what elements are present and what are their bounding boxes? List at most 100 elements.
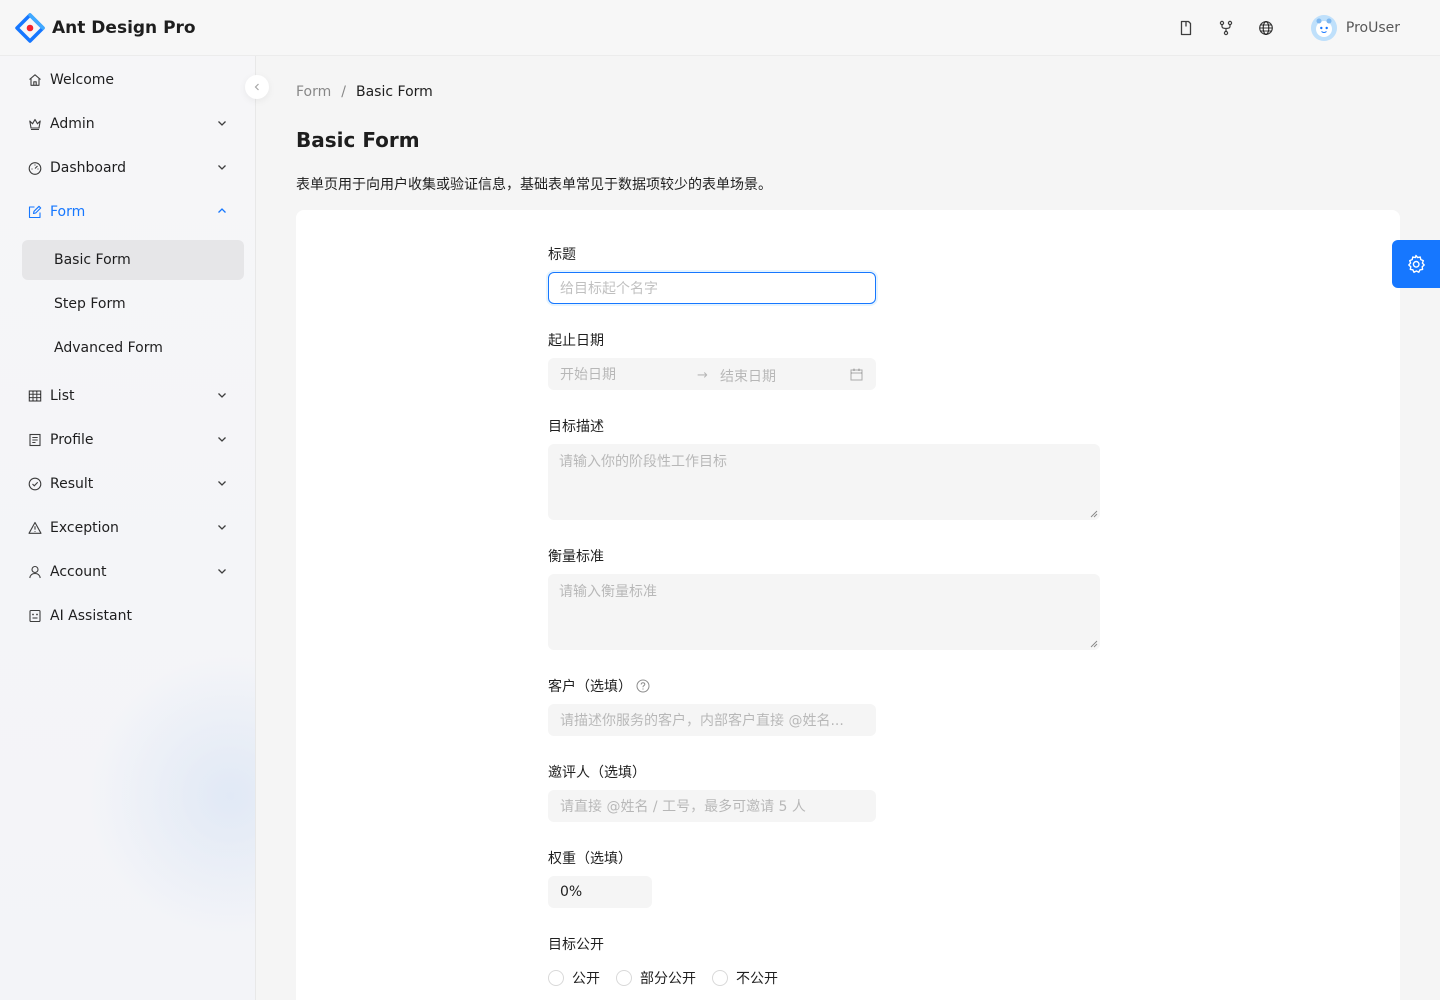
user-icon (29, 565, 41, 579)
dashboard-icon (28, 162, 42, 175)
chevron-down-icon (218, 121, 226, 126)
title-label: 标题 (548, 247, 576, 263)
start-date-placeholder[interactable]: 开始日期 (560, 364, 616, 384)
client-placeholder: 请描述你服务的客户，内部客户直接 @姓名... (560, 713, 844, 729)
avatar (1310, 15, 1337, 41)
radio-partial-public[interactable]: 部分公开 (616, 968, 696, 988)
weight-input[interactable]: 0% (548, 876, 652, 908)
sidebar-item-exception[interactable]: Exception (14, 508, 244, 548)
sidebar-subitem-label: Basic Form (54, 252, 131, 268)
page-title: Basic Form (296, 128, 420, 152)
radio-circle[interactable] (712, 970, 728, 986)
breadcrumb: Form / Basic Form (296, 84, 433, 100)
sidebar-item-label: Account (50, 564, 107, 580)
standard-textarea[interactable]: 请输入衡量标准 (548, 574, 1100, 650)
standard-label: 衡量标准 (548, 549, 604, 565)
chevron-down-icon (218, 393, 226, 398)
gear-icon (1408, 254, 1425, 273)
sidebar-item-account[interactable]: Account (14, 552, 244, 592)
chevron-down-icon (218, 437, 226, 442)
form-icon (28, 205, 42, 219)
user-menu[interactable]: ProUser (1310, 15, 1400, 41)
weight-value: 0% (560, 884, 583, 900)
goal-placeholder: 请输入你的阶段性工作目标 (559, 454, 727, 470)
sidebar-item-ai-assistant[interactable]: AI Assistant (14, 596, 244, 636)
settings-drawer-button[interactable] (1392, 240, 1440, 288)
public-label: 目标公开 (548, 937, 604, 953)
question-circle-icon[interactable] (636, 679, 650, 693)
date-range-label: 起止日期 (548, 333, 604, 349)
chevron-left-icon (254, 83, 259, 91)
sidebar-item-label: List (50, 388, 75, 404)
radio-circle[interactable] (616, 970, 632, 986)
ant-logo-icon (15, 13, 45, 43)
sidebar-item-label: Welcome (50, 72, 115, 88)
sidebar-collapse-button[interactable] (245, 75, 269, 99)
goal-textarea[interactable]: 请输入你的阶段性工作目标 (548, 444, 1100, 520)
invites-input[interactable]: 请直接 @姓名 / 工号，最多可邀请 5 人 (548, 790, 876, 822)
radio-label: 部分公开 (640, 971, 696, 987)
sidebar-subitem-step-form[interactable]: Step Form (22, 284, 244, 324)
robot-icon (29, 609, 41, 623)
chevron-down-icon (218, 525, 226, 530)
chevron-down-icon (218, 481, 226, 486)
sidebar-item-label: Result (50, 476, 94, 492)
sidebar-subitem-advanced-form[interactable]: Advanced Form (22, 328, 244, 368)
sidebar-item-label: Exception (50, 520, 119, 536)
sidebar-item-admin[interactable]: Admin (14, 104, 244, 144)
radio-public[interactable]: 公开 (548, 968, 600, 988)
home-icon (29, 74, 41, 86)
sidebar-item-label: Profile (50, 432, 94, 448)
title-input[interactable]: 给目标起个名字 (548, 272, 876, 304)
sidebar-item-welcome[interactable]: Welcome (14, 60, 244, 100)
chevron-up-icon (218, 208, 226, 213)
date-range-picker[interactable]: 开始日期 → 结束日期 (548, 358, 876, 390)
table-icon (28, 390, 42, 402)
client-label: 客户（选填） (548, 676, 650, 696)
weight-label: 权重（选填） (548, 851, 632, 867)
invites-placeholder: 请直接 @姓名 / 工号，最多可邀请 5 人 (560, 799, 806, 815)
page-description: 表单页用于向用户收集或验证信息，基础表单常见于数据项较少的表单场景。 (296, 177, 772, 193)
calendar-icon (850, 368, 863, 381)
sidebar-item-result[interactable]: Result (14, 464, 244, 504)
sidebar: Welcome Admin Dashboard Form Basic Form … (0, 56, 256, 1000)
end-date-placeholder[interactable]: 结束日期 (720, 366, 776, 386)
sidebar-item-list[interactable]: List (14, 376, 244, 416)
goal-label: 目标描述 (548, 419, 604, 435)
radio-label: 公开 (572, 971, 600, 987)
fork-icon[interactable] (1206, 0, 1246, 56)
client-input[interactable]: 请描述你服务的客户，内部客户直接 @姓名... (548, 704, 876, 736)
radio-circle[interactable] (548, 970, 564, 986)
client-label-text: 客户（选填） (548, 679, 632, 695)
standard-placeholder: 请输入衡量标准 (559, 584, 657, 600)
check-circle-icon (28, 477, 42, 491)
public-radio-group: 公开 部分公开 不公开 (548, 968, 794, 988)
doc-icon[interactable] (1166, 0, 1206, 56)
logo[interactable]: Ant Design Pro (15, 13, 196, 43)
chevron-down-icon (218, 165, 226, 170)
sidebar-item-label: Form (50, 204, 86, 220)
breadcrumb-separator: / (341, 84, 346, 100)
username: ProUser (1345, 20, 1400, 36)
sidebar-item-profile[interactable]: Profile (14, 420, 244, 460)
warning-icon (28, 521, 42, 534)
radio-private[interactable]: 不公开 (712, 968, 778, 988)
sidebar-item-dashboard[interactable]: Dashboard (14, 148, 244, 188)
radio-label: 不公开 (736, 971, 778, 987)
app-title: Ant Design Pro (52, 18, 196, 38)
sidebar-subitem-basic-form[interactable]: Basic Form (22, 240, 244, 280)
top-header: Ant Design Pro ProUser (0, 0, 1440, 56)
sidebar-item-form[interactable]: Form (14, 192, 244, 232)
breadcrumb-current: Basic Form (356, 84, 433, 100)
chevron-down-icon (218, 569, 226, 574)
arrow-right-icon: → (697, 368, 708, 383)
profile-icon (29, 433, 41, 447)
sidebar-item-label: Dashboard (50, 160, 126, 176)
globe-icon[interactable] (1246, 0, 1286, 56)
sidebar-item-label: Admin (50, 116, 95, 132)
breadcrumb-link-form[interactable]: Form (296, 84, 331, 100)
sidebar-item-label: AI Assistant (50, 608, 132, 624)
resize-handle-icon[interactable] (1090, 640, 1098, 648)
resize-handle-icon[interactable] (1090, 510, 1098, 518)
title-input-placeholder: 给目标起个名字 (560, 281, 658, 297)
